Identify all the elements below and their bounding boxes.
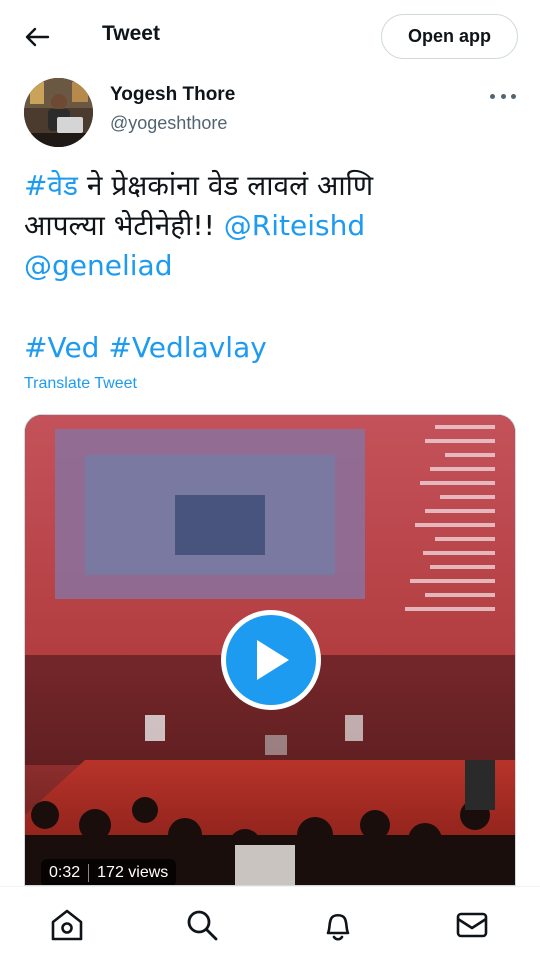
nav-home[interactable] — [47, 905, 87, 945]
more-options-button[interactable] — [490, 86, 516, 106]
video-player[interactable]: 0:32 172 views — [24, 414, 516, 886]
divider — [88, 864, 90, 882]
notifications-bell-icon — [326, 913, 350, 941]
tweet-text-line: @geneliad — [24, 246, 524, 286]
hashtag-link[interactable]: #Ved — [24, 331, 99, 364]
tweet-text-line: #वेड ने प्रेक्षकांना वेड लावलं आणि — [24, 166, 524, 206]
bottom-navigation — [0, 886, 540, 960]
mention-link[interactable]: @Riteishd — [224, 209, 365, 242]
hashtag-row: #Ved #Vedlavlay — [24, 328, 267, 368]
top-header: Tweet Open app — [0, 0, 540, 74]
page-title: Tweet — [102, 22, 160, 45]
more-dots-icon — [500, 93, 506, 99]
translate-tweet-link[interactable]: Translate Tweet — [24, 375, 137, 393]
back-button[interactable] — [18, 20, 56, 54]
tweet-text-line: आपल्या भेटीनेही!! @Riteishd — [24, 206, 524, 246]
nav-search[interactable] — [182, 905, 222, 945]
tweet-text-span: आपल्या भेटीनेही!! — [24, 209, 224, 242]
home-icon — [51, 909, 83, 941]
view-count: 172 views — [97, 864, 169, 881]
play-button[interactable] — [221, 610, 321, 710]
author-name[interactable]: Yogesh Thore — [110, 84, 235, 106]
video-stats-badge: 0:32 172 views — [41, 859, 177, 885]
author-handle[interactable]: @yogeshthore — [110, 113, 227, 134]
arrow-left-icon — [25, 27, 50, 47]
avatar[interactable] — [24, 78, 93, 147]
search-icon — [187, 910, 218, 941]
video-duration: 0:32 — [49, 864, 81, 881]
open-app-button[interactable]: Open app — [381, 14, 518, 59]
mention-link[interactable]: @geneliad — [24, 249, 172, 282]
nav-messages[interactable] — [452, 905, 492, 945]
play-icon — [257, 640, 289, 680]
hashtag-link[interactable]: #Vedlavlay — [108, 331, 266, 364]
avatar-image — [24, 78, 93, 147]
messages-mail-icon — [456, 912, 488, 938]
nav-notifications[interactable] — [318, 905, 358, 945]
more-dots-icon — [511, 93, 516, 99]
more-dots-icon — [490, 93, 495, 99]
tweet-text: #वेड ने प्रेक्षकांना वेड लावलं आणि आपल्य… — [24, 166, 524, 286]
tweet-text-span: ने प्रेक्षकांना वेड लावलं आणि — [78, 169, 374, 202]
hashtag-link[interactable]: #वेड — [24, 169, 78, 202]
